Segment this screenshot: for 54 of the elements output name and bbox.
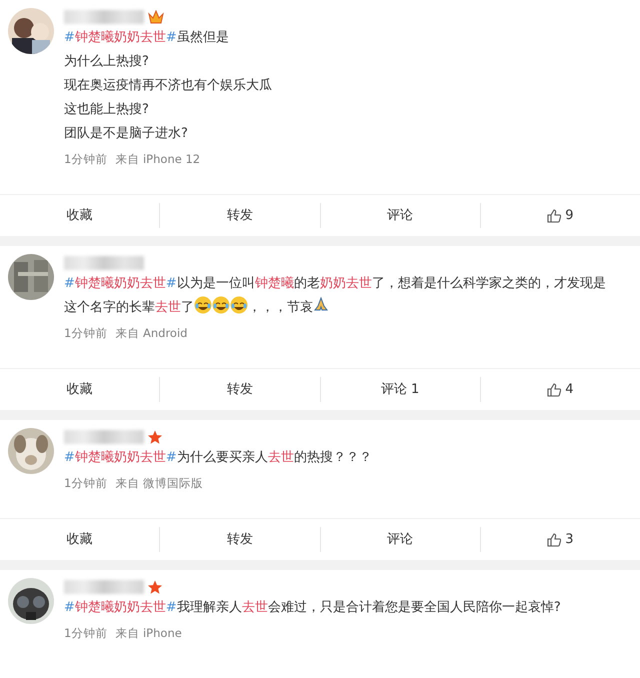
post-text: 现在奥运疫情再不济也有个娱乐大瓜 [64,78,272,93]
post-source: 来自 iPhone [115,625,182,642]
like-button[interactable]: 9 [547,206,574,226]
post-text: 的热搜？？？ [294,450,372,465]
highlighted-keyword: 去世 [155,300,181,315]
post-text: 了 [181,300,194,315]
favorite-button[interactable]: 收藏 [66,530,93,550]
post-source: 来自 微博国际版 [115,475,203,492]
highlighted-keyword: 钟楚曦奶奶去世 [74,600,166,615]
post-text: ，，，节哀 [248,300,313,315]
highlighted-keyword: 奶奶去世 [320,276,372,291]
highlighted-keyword: 钟楚曦奶奶去世 [74,276,166,291]
comment-button[interactable]: 评论 [387,530,414,550]
repost-button[interactable]: 转发 [226,206,253,226]
post-source: 来自 Android [115,325,188,342]
blurred-username[interactable] [64,430,144,444]
highlighted-keyword: 去世 [242,600,268,615]
post-text: 虽然但是 [176,30,229,45]
post-time: 1分钟前 [64,475,108,492]
post-text: 为什么上热搜? [64,54,149,69]
post-time: 1分钟前 [64,151,108,168]
post-text: 这也能上热搜? [64,102,149,117]
thumbs-up-icon [547,382,562,396]
post-source: 来自 iPhone 12 [115,151,200,168]
blurred-username[interactable] [64,256,144,270]
post-text: 的老 [294,276,320,291]
laughing-emoji-icon [194,296,212,314]
repost-button[interactable]: 转发 [226,530,253,550]
like-button[interactable]: 4 [547,380,574,400]
repost-button[interactable]: 转发 [226,380,253,400]
post-text: 了，想着是什么科学家之类的，才发现是 [372,276,606,291]
blurred-username[interactable] [64,580,144,594]
post-time: 1分钟前 [64,325,108,342]
laughing-emoji-icon [230,296,248,314]
post-text: 会难过，只是合计着您是要全国人民陪你一起哀悼? [268,600,561,615]
like-button[interactable]: 3 [547,530,574,550]
post-text: 为什么要买亲人 [176,450,268,465]
highlighted-keyword: 钟楚曦奶奶去世 [74,450,166,465]
thumbs-up-icon [547,208,562,222]
post-text: 团队是不是脑子进水? [64,126,188,141]
post-time: 1分钟前 [64,625,108,642]
comment-button[interactable]: 评论 [387,206,414,226]
comment-button[interactable]: 评论 1 [380,380,420,400]
laughing-emoji-icon [212,296,230,314]
blurred-username[interactable] [64,10,144,24]
post-text: 我理解亲人 [176,600,242,615]
favorite-button[interactable]: 收藏 [66,206,93,226]
highlighted-keyword: 钟楚曦奶奶去世 [74,30,166,45]
post-text: 这个名字的长辈 [64,300,155,315]
favorite-button[interactable]: 收藏 [66,380,93,400]
post-text: 以为是一位叫 [176,276,255,291]
highlighted-keyword: 钟楚曦 [254,276,294,291]
thumbs-up-icon [547,532,562,546]
highlighted-keyword: 去世 [268,450,294,465]
